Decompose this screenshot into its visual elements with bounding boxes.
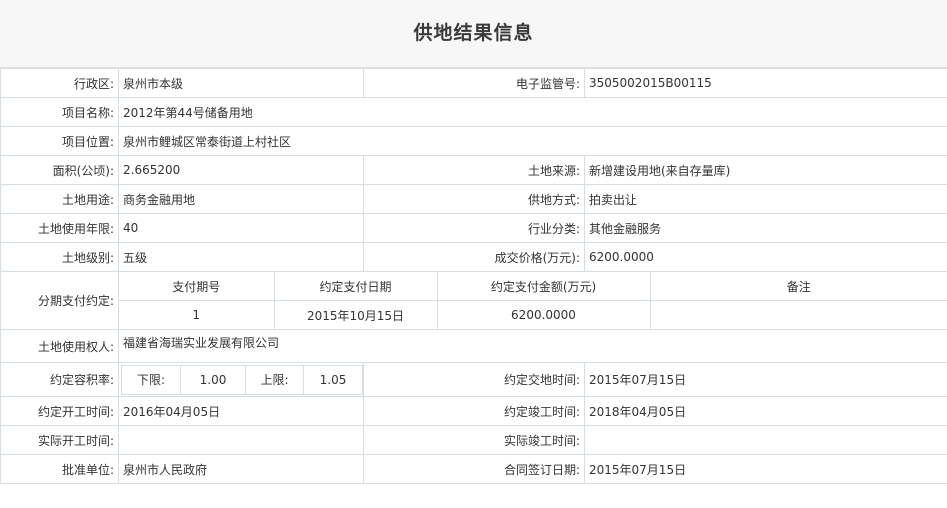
price-label: 成交价格(万元): (363, 242, 585, 272)
land-use-label: 土地用途: (0, 184, 119, 214)
far-upper-value: 1.05 (303, 364, 363, 395)
actual-finish-value (584, 425, 947, 455)
use-years-label: 土地使用年限: (0, 213, 119, 243)
installment-header-date: 约定支付日期 (273, 272, 438, 301)
actual-start-label: 实际开工时间: (0, 425, 119, 455)
supply-method-label: 供地方式: (363, 184, 585, 214)
row-approval: 批准单位: 泉州市人民政府 合同签订日期: 2015年07月15日 (0, 454, 947, 484)
row-far: 约定容积率: 下限: 1.00 上限: 1.05 约定交地时间: 2015年07… (0, 362, 947, 397)
land-use-value: 商务金融用地 (118, 184, 364, 214)
finish-time-value: 2018年04月05日 (584, 396, 947, 426)
approval-unit-value: 泉州市人民政府 (118, 454, 364, 484)
far-lower-value: 1.00 (180, 364, 246, 395)
row-project-name: 项目名称: 2012年第44号储备用地 (0, 97, 947, 127)
installment-header-amount: 约定支付金额(万元) (436, 272, 651, 301)
page-header: 供地结果信息 (0, 0, 947, 68)
row-project-location: 项目位置: 泉州市鲤城区常泰街道上村社区 (0, 126, 947, 156)
supervision-value: 3505002015B00115 (584, 68, 947, 98)
price-value: 6200.0000 (584, 242, 947, 272)
installment-table: 支付期号 约定支付日期 约定支付金额(万元) 备注 1 2015年10月15日 … (119, 272, 947, 329)
installment-date: 2015年10月15日 (273, 300, 438, 329)
row-actual-time: 实际开工时间: 实际竣工时间: (0, 425, 947, 455)
actual-start-value (118, 425, 364, 455)
row-district: 行政区: 泉州市本级 电子监管号: 3505002015B00115 (0, 68, 947, 98)
row-area: 面积(公顷): 2.665200 土地来源: 新增建设用地(来自存量库) (0, 155, 947, 185)
owner-label: 土地使用权人: (0, 329, 119, 363)
area-label: 面积(公顷): (0, 155, 119, 185)
row-start-time: 约定开工时间: 2016年04月05日 约定竣工时间: 2018年04月05日 (0, 396, 947, 426)
area-value: 2.665200 (118, 155, 364, 185)
far-cell: 下限: 1.00 上限: 1.05 (118, 362, 364, 397)
installment-header-period: 支付期号 (119, 272, 275, 301)
installment-header-row: 支付期号 约定支付日期 约定支付金额(万元) 备注 (119, 272, 947, 301)
table-row: 1 2015年10月15日 6200.0000 (119, 300, 947, 329)
district-value: 泉州市本级 (118, 68, 364, 98)
row-owner: 土地使用权人: 福建省海瑞实业发展有限公司 (0, 329, 947, 363)
actual-finish-label: 实际竣工时间: (363, 425, 585, 455)
land-source-label: 土地来源: (363, 155, 585, 185)
land-level-label: 土地级别: (0, 242, 119, 272)
start-time-label: 约定开工时间: (0, 396, 119, 426)
land-supply-info-table: 行政区: 泉州市本级 电子监管号: 3505002015B00115 项目名称:… (0, 68, 947, 484)
industry-label: 行业分类: (363, 213, 585, 243)
industry-value: 其他金融服务 (584, 213, 947, 243)
supervision-label: 电子监管号: (363, 68, 585, 98)
installment-label: 分期支付约定: (0, 271, 119, 330)
finish-time-label: 约定竣工时间: (363, 396, 585, 426)
supply-method-value: 拍卖出让 (584, 184, 947, 214)
installment-period: 1 (119, 300, 275, 329)
delivery-time-label: 约定交地时间: (363, 362, 585, 397)
owner-value: 福建省海瑞实业发展有限公司 (118, 329, 947, 363)
project-location-label: 项目位置: (0, 126, 119, 156)
page-title: 供地结果信息 (413, 22, 534, 44)
delivery-time-value: 2015年07月15日 (584, 362, 947, 397)
contract-date-value: 2015年07月15日 (584, 454, 947, 484)
installment-cell: 支付期号 约定支付日期 约定支付金额(万元) 备注 1 2015年10月15日 … (118, 271, 947, 330)
far-upper-label: 上限: (245, 364, 304, 395)
project-name-value: 2012年第44号储备用地 (118, 97, 947, 127)
installment-header-remark: 备注 (649, 272, 947, 301)
start-time-value: 2016年04月05日 (118, 396, 364, 426)
approval-unit-label: 批准单位: (0, 454, 119, 484)
far-table: 下限: 1.00 上限: 1.05 (121, 364, 363, 395)
far-label: 约定容积率: (0, 362, 119, 397)
project-location-value: 泉州市鲤城区常泰街道上村社区 (118, 126, 947, 156)
contract-date-label: 合同签订日期: (363, 454, 585, 484)
project-name-label: 项目名称: (0, 97, 119, 127)
use-years-value: 40 (118, 213, 364, 243)
row-use-years: 土地使用年限: 40 行业分类: 其他金融服务 (0, 213, 947, 243)
land-level-value: 五级 (118, 242, 364, 272)
row-land-use: 土地用途: 商务金融用地 供地方式: 拍卖出让 (0, 184, 947, 214)
installment-amount: 6200.0000 (436, 300, 651, 329)
installment-remark (649, 300, 947, 329)
far-lower-label: 下限: (121, 364, 181, 395)
row-land-level: 土地级别: 五级 成交价格(万元): 6200.0000 (0, 242, 947, 272)
row-installment: 分期支付约定: 支付期号 约定支付日期 约定支付金额(万元) 备注 1 2015… (0, 271, 947, 330)
land-source-value: 新增建设用地(来自存量库) (584, 155, 947, 185)
district-label: 行政区: (0, 68, 119, 98)
